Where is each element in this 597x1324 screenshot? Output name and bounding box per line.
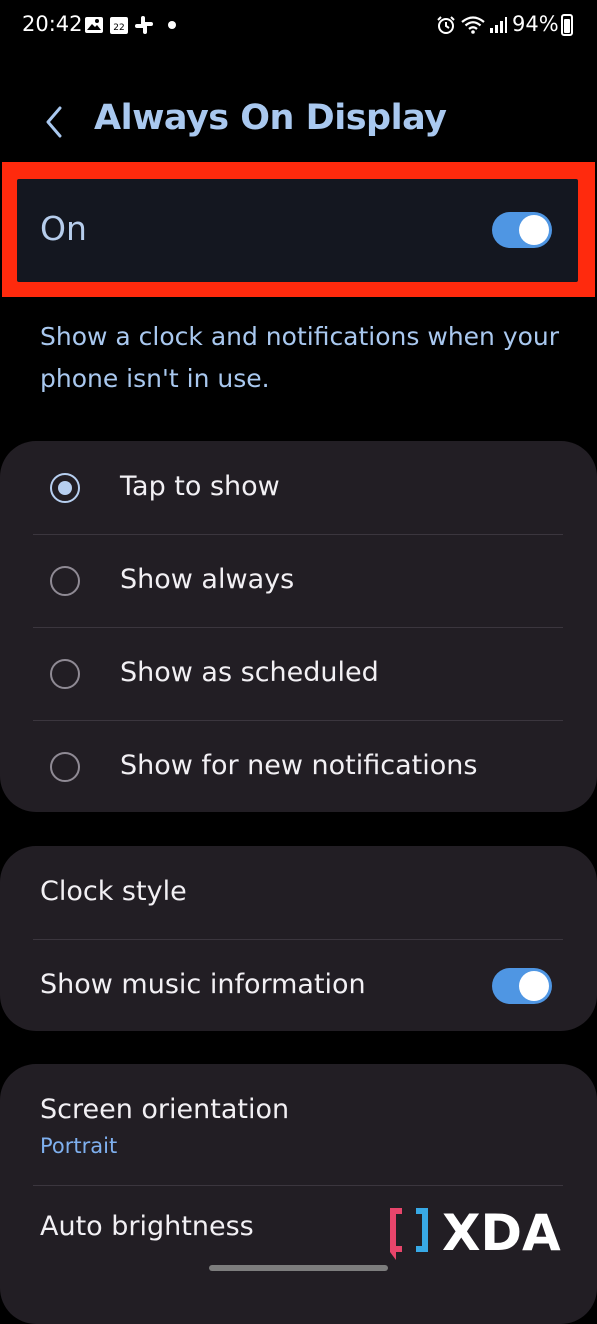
radio-unselected-icon[interactable]	[50, 659, 80, 689]
radio-option-tap-to-show[interactable]: Tap to show	[0, 441, 597, 534]
option-label: Show for new notifications	[120, 750, 478, 781]
screen-orientation-label: Screen orientation	[40, 1094, 290, 1125]
radio-unselected-icon[interactable]	[50, 752, 80, 782]
more-settings-card: Screen orientation Portrait Auto brightn…	[0, 1064, 597, 1324]
clock-style-item[interactable]: Clock style	[0, 846, 597, 939]
status-bar: 20:42 22 94%	[0, 0, 597, 52]
status-time: 20:42	[22, 12, 83, 36]
screen-orientation-value: Portrait	[40, 1134, 118, 1158]
radio-option-show-for-new-notifications[interactable]: Show for new notifications	[0, 720, 597, 812]
xda-watermark-logo: XDA	[390, 1204, 561, 1262]
radio-selected-icon[interactable]	[50, 473, 80, 503]
gallery-icon	[85, 17, 103, 33]
radio-option-show-as-scheduled[interactable]: Show as scheduled	[0, 627, 597, 720]
wifi-icon	[461, 16, 485, 34]
xda-brand-text: XDA	[442, 1204, 561, 1262]
music-info-toggle[interactable]	[492, 968, 552, 1004]
signal-icon	[490, 17, 507, 33]
calendar-day: 22	[113, 23, 124, 33]
radio-option-show-always[interactable]: Show always	[0, 534, 597, 627]
notification-dot	[168, 21, 176, 29]
home-gesture-bar[interactable]	[209, 1265, 388, 1271]
master-toggle-switch[interactable]	[492, 212, 552, 248]
alarm-icon	[437, 16, 455, 34]
battery-percentage: 94%	[512, 12, 559, 36]
back-chevron-left-icon[interactable]	[38, 102, 78, 142]
master-toggle-row[interactable]: On	[17, 179, 578, 282]
music-info-item[interactable]: Show music information	[0, 939, 597, 1031]
style-card: Clock style Show music information	[0, 846, 597, 1031]
clock-style-label: Clock style	[40, 876, 187, 907]
auto-brightness-label: Auto brightness	[40, 1211, 254, 1242]
option-label: Show as scheduled	[120, 657, 379, 688]
option-label: Tap to show	[120, 471, 280, 502]
slack-icon	[135, 16, 153, 34]
description-text: Show a clock and notifications when your…	[40, 322, 560, 393]
page-title: Always On Display	[94, 98, 447, 138]
battery-icon	[561, 14, 573, 36]
option-label: Show always	[120, 564, 295, 595]
radio-unselected-icon[interactable]	[50, 566, 80, 596]
calendar-icon: 22	[110, 17, 128, 34]
master-toggle-label: On	[40, 209, 87, 248]
screen-orientation-item[interactable]: Screen orientation Portrait	[0, 1064, 597, 1185]
display-mode-card: Tap to show Show always Show as schedule…	[0, 441, 597, 812]
music-info-label: Show music information	[40, 969, 366, 1000]
